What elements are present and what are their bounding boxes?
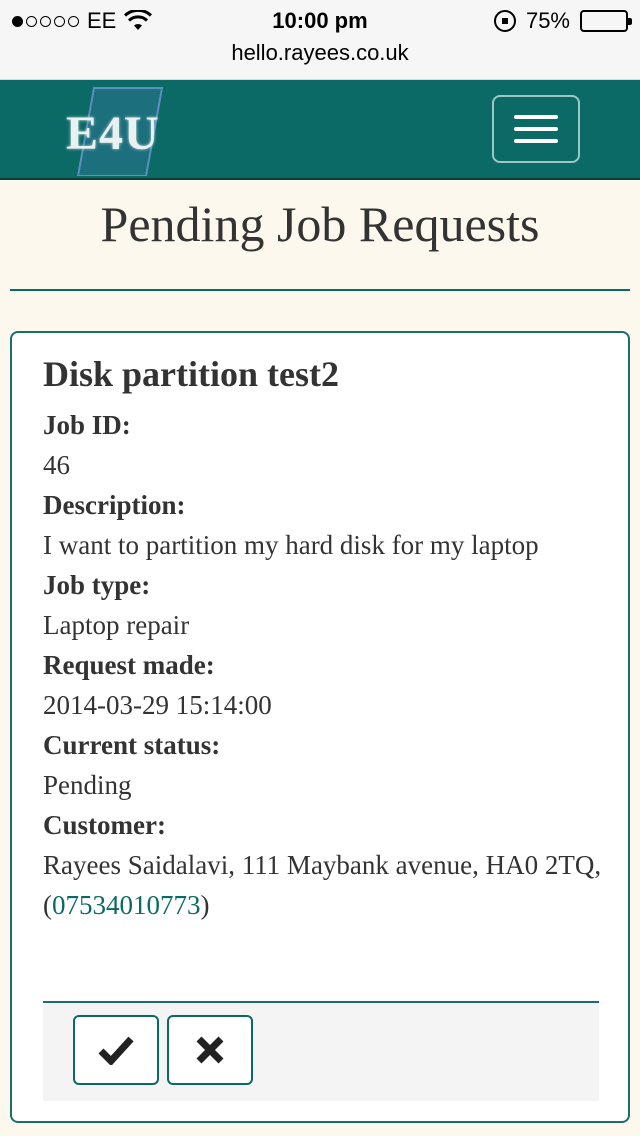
current-status-label: Current status: (43, 730, 221, 760)
menu-toggle-button[interactable] (492, 95, 580, 163)
logo-text: E4U (66, 107, 160, 160)
job-id-label: Job ID: (43, 410, 131, 440)
navbar: E4U (0, 80, 640, 180)
hamburger-bar-icon (514, 127, 558, 131)
job-type-value: Laptop repair (43, 610, 190, 640)
customer-phone-link[interactable]: 07534010773 (52, 890, 201, 920)
check-icon (98, 1036, 134, 1065)
description-label: Description: (43, 490, 186, 520)
request-made-label: Request made: (43, 650, 215, 680)
request-made-value: 2014-03-29 15:14:00 (43, 690, 272, 720)
accept-job-button[interactable] (73, 1015, 159, 1085)
job-type-label: Job type: (43, 570, 151, 600)
current-status-value: Pending (43, 770, 132, 800)
hamburger-bar-icon (514, 115, 558, 119)
title-divider (10, 289, 630, 291)
job-title: Disk partition test2 (43, 354, 339, 394)
battery-icon (580, 10, 632, 32)
status-bar: EE 10:00 pm 75% hello.rayees.co.uk (0, 0, 640, 80)
address-bar-url[interactable]: hello.rayees.co.uk (0, 40, 640, 66)
job-id-value: 46 (43, 450, 70, 480)
page-title: Pending Job Requests (100, 196, 540, 252)
customer-label: Customer: (43, 810, 166, 840)
logo[interactable]: E4U (62, 84, 192, 176)
customer-value: Rayees Saidalavi, 111 Maybank avenue, HA… (43, 845, 603, 925)
description-value: I want to partition my hard disk for my … (43, 530, 539, 560)
battery-percent: 75% (525, 8, 570, 33)
rotation-lock-icon (493, 10, 516, 32)
reject-job-button[interactable] (167, 1015, 253, 1085)
x-icon (196, 1036, 224, 1064)
card-actions (43, 1001, 599, 1101)
job-details: Job ID: 46 Description: I want to partit… (43, 405, 603, 925)
customer-suffix: ) (200, 890, 210, 920)
hamburger-bar-icon (514, 139, 558, 143)
job-request-card: Disk partition test2 Job ID: 46 Descript… (10, 331, 630, 1123)
